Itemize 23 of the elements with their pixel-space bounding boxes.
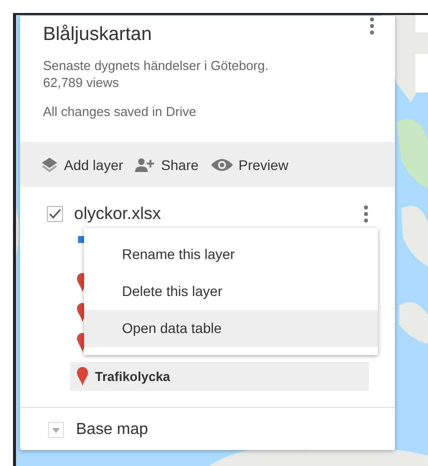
map-pin-icon (77, 367, 88, 386)
more-options-icon[interactable] (363, 205, 369, 223)
menu-item[interactable]: Rename this layer (84, 236, 378, 273)
base-map-toggle[interactable] (48, 422, 64, 438)
map-description: Senaste dygnets händelser i Göteborg. (42, 57, 270, 74)
layer-name: olyckor.xlsx (74, 204, 162, 224)
layer-checkbox[interactable] (47, 206, 63, 222)
checkmark-icon (48, 207, 62, 221)
menu-item[interactable]: Open data table (84, 310, 378, 347)
share-button[interactable]: Share (131, 152, 203, 176)
more-options-icon[interactable] (369, 17, 375, 35)
layers-icon (41, 156, 58, 173)
menu-item[interactable]: Delete this layer (84, 273, 378, 310)
caret-icon (52, 428, 60, 432)
base-map-label: Base map (76, 421, 148, 439)
eye-icon (210, 156, 233, 172)
preview-button[interactable]: Preview (206, 152, 292, 176)
save-status: All changes saved in Drive (42, 103, 198, 120)
add-person-icon (135, 157, 156, 172)
map-title: Blåljuskartan (43, 23, 152, 47)
feature-row[interactable]: Trafikolycka (70, 362, 369, 391)
add-layer-button[interactable]: Add layer (37, 152, 128, 177)
views-count: 62,789 views (42, 74, 120, 91)
